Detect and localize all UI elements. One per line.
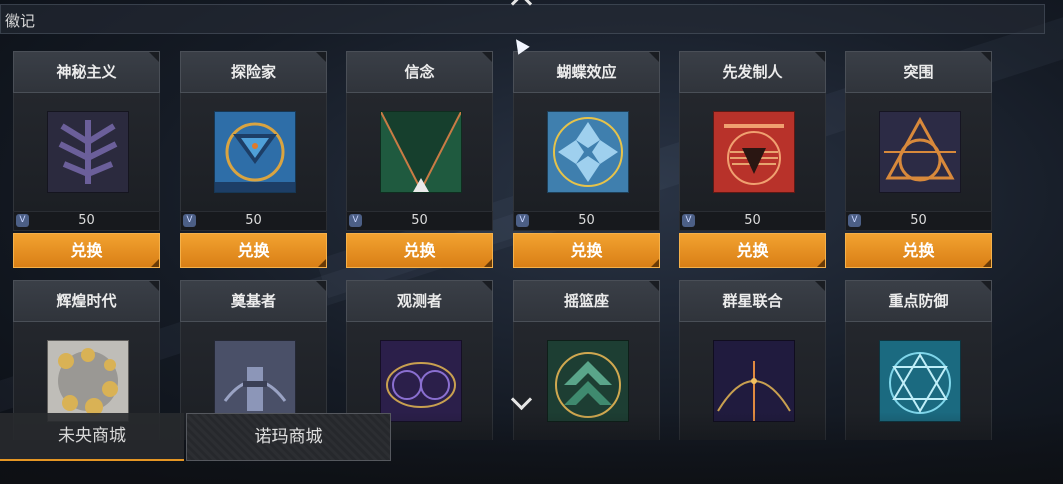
emblem-title: 突围 (845, 51, 992, 93)
mysticism-emblem-icon (47, 111, 129, 193)
cradle-emblem-icon (547, 340, 629, 422)
explorer-emblem-icon (214, 111, 296, 193)
emblem-title: 神秘主义 (13, 51, 160, 93)
emblem-title: 蝴蝶效应 (513, 51, 660, 93)
preemptive-emblem-icon (713, 111, 795, 193)
redeem-button[interactable]: 兑换 (13, 233, 160, 268)
redeem-button[interactable]: 兑换 (180, 233, 327, 268)
key-defense-emblem-icon (879, 340, 961, 422)
emblem-card[interactable]: 蝴蝶效应 V 50 兑换 (513, 51, 660, 268)
emblem-card[interactable]: 神秘主义 V 50 兑换 (13, 51, 160, 268)
emblem-title: 奠基者 (180, 280, 327, 322)
butterfly-effect-emblem-icon (547, 111, 629, 193)
redeem-button[interactable]: 兑换 (679, 233, 826, 268)
glorious-era-emblem-icon (47, 340, 129, 422)
page-title: 徽记 (5, 12, 36, 30)
emblem-card[interactable]: 探险家 V 50 兑换 (180, 51, 327, 268)
emblem-title: 观测者 (346, 280, 493, 322)
redeem-button[interactable]: 兑换 (346, 233, 493, 268)
tab-nuoma-shop[interactable]: 诺玛商城 (186, 413, 391, 461)
price-label: 50 (411, 213, 428, 228)
faith-emblem-icon (380, 111, 462, 193)
emblem-title: 群星联合 (679, 280, 826, 322)
emblem-title: 重点防御 (845, 280, 992, 322)
emblem-title: 摇篮座 (513, 280, 660, 322)
emblem-title: 探险家 (180, 51, 327, 93)
founder-emblem-icon (214, 340, 296, 422)
star-union-emblem-icon (713, 340, 795, 422)
redeem-button[interactable]: 兑换 (845, 233, 992, 268)
tab-weiyang-shop[interactable]: 未央商城 (0, 413, 184, 461)
price-label: 50 (744, 213, 761, 228)
emblem-title: 辉煌时代 (13, 280, 160, 322)
emblem-card[interactable]: 信念 V 50 兑换 (346, 51, 493, 268)
emblem-title: 先发制人 (679, 51, 826, 93)
emblem-card[interactable]: 突围 V 50 兑换 (845, 51, 992, 268)
price-label: 50 (78, 213, 95, 228)
redeem-button[interactable]: 兑换 (513, 233, 660, 268)
price-label: 50 (245, 213, 262, 228)
breakout-emblem-icon (879, 111, 961, 193)
price-label: 50 (578, 213, 595, 228)
price-label: 50 (910, 213, 927, 228)
observer-emblem-icon (380, 340, 462, 422)
emblem-card[interactable]: 先发制人 V 50 兑换 (679, 51, 826, 268)
emblem-title: 信念 (346, 51, 493, 93)
